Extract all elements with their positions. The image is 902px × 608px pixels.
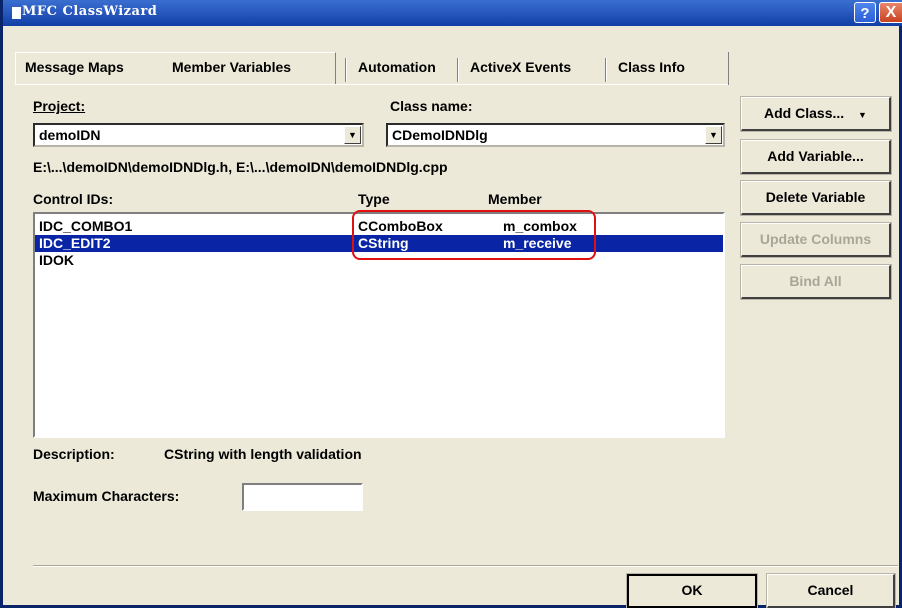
app-icon <box>12 7 21 19</box>
description-value: CString with length validation <box>164 446 362 462</box>
update-columns-button[interactable]: Update Columns <box>740 222 892 258</box>
title-bar[interactable]: MFC ClassWizard ? X <box>3 0 902 26</box>
chevron-down-icon[interactable]: ▼ <box>705 126 722 144</box>
cancel-button[interactable]: Cancel <box>766 573 896 608</box>
control-id: IDC_COMBO1 <box>39 218 133 234</box>
class-wizard-window: MFC ClassWizard ? X Message Maps Member … <box>0 0 902 608</box>
tab-activex-events[interactable]: ActiveX Events <box>470 52 571 82</box>
member-header: Member <box>488 191 542 207</box>
tab-panel-top-line <box>15 84 728 85</box>
tab-separator <box>345 58 347 82</box>
tab-member-variables[interactable]: Member Variables <box>172 52 291 82</box>
description-label: Description: <box>33 446 115 462</box>
project-label: Project: <box>33 98 86 114</box>
control-ids-header: Control IDs: <box>33 191 114 207</box>
bind-all-button[interactable]: Bind All <box>740 264 892 300</box>
ok-button[interactable]: OK <box>626 573 758 608</box>
tab-strip-edge <box>728 52 729 85</box>
tab-class-info[interactable]: Class Info <box>618 52 685 82</box>
class-name-label: Class name: <box>390 98 473 114</box>
project-combo[interactable]: demoIDN ▼ <box>33 123 364 147</box>
tab-separator <box>605 58 607 82</box>
chevron-down-icon[interactable]: ▼ <box>344 126 361 144</box>
help-button[interactable]: ? <box>854 2 876 23</box>
tab-automation[interactable]: Automation <box>358 52 436 82</box>
annotation-highlight-box <box>352 210 596 260</box>
control-id: IDOK <box>39 252 74 268</box>
class-name-value: CDemoIDNDlg <box>392 127 488 143</box>
chevron-down-icon: ▼ <box>858 110 867 120</box>
add-variable-button[interactable]: Add Variable... <box>740 139 892 175</box>
project-value: demoIDN <box>39 127 101 143</box>
max-characters-label: Maximum Characters: <box>33 488 180 504</box>
add-class-button[interactable]: Add Class... ▼ <box>740 96 892 132</box>
type-header: Type <box>358 191 390 207</box>
close-button[interactable]: X <box>879 2 902 23</box>
add-class-label: Add Class... <box>764 105 845 121</box>
delete-variable-button[interactable]: Delete Variable <box>740 180 892 216</box>
tab-message-maps[interactable]: Message Maps <box>25 52 124 82</box>
class-name-combo[interactable]: CDemoIDNDlg ▼ <box>386 123 725 147</box>
footer-divider <box>33 565 898 567</box>
max-characters-input[interactable] <box>242 483 363 511</box>
window-title: MFC ClassWizard <box>22 4 158 19</box>
file-path-text: E:\...\demoIDN\demoIDNDlg.h, E:\...\demo… <box>33 159 448 175</box>
tab-separator <box>457 58 459 82</box>
control-id: IDC_EDIT2 <box>39 235 111 251</box>
